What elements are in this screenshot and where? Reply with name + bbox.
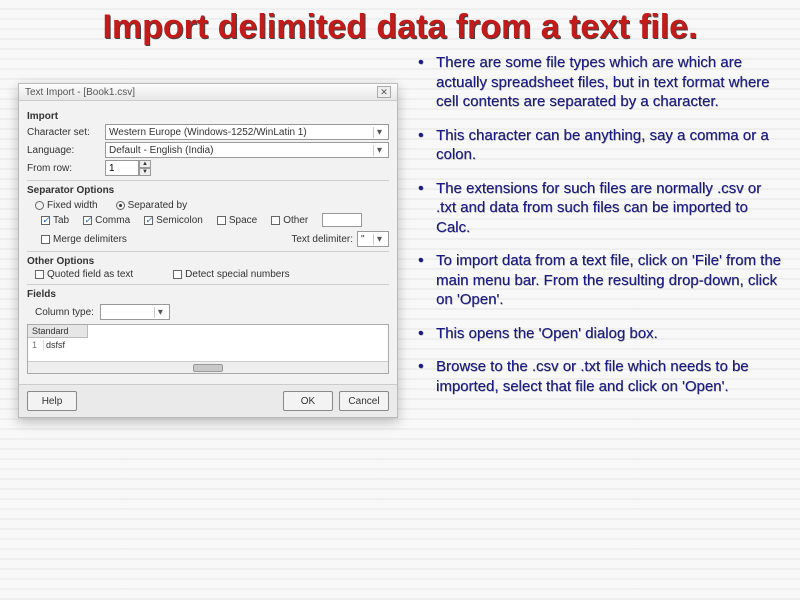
bullet-item: To import data from a text file, click o… [418, 251, 782, 310]
bullet-item: The extensions for such files are normal… [418, 179, 782, 238]
section-other-options: Other Options [27, 256, 389, 267]
fixed-width-radio[interactable]: Fixed width [35, 200, 98, 211]
language-select[interactable]: Default - English (India) ▾ [105, 142, 389, 158]
text-delimiter-value: " [361, 234, 365, 245]
other-checkbox[interactable]: Other [271, 213, 308, 227]
preview-row: 1dsfsf [28, 339, 69, 351]
semicolon-checkbox[interactable]: Semicolon [144, 213, 203, 227]
fromrow-input[interactable] [105, 160, 139, 176]
preview-column-header: Standard [28, 325, 88, 338]
chevron-down-icon: ▾ [373, 145, 385, 156]
charset-select[interactable]: Western Europe (Windows-1252/WinLatin 1)… [105, 124, 389, 140]
charset-label: Character set: [27, 127, 99, 138]
close-icon[interactable]: ✕ [377, 86, 391, 98]
bullet-item: This opens the 'Open' dialog box. [418, 324, 782, 344]
fromrow-spinner[interactable]: ▲ ▼ [105, 160, 151, 176]
horizontal-scrollbar[interactable] [28, 361, 388, 373]
section-separator: Separator Options [27, 185, 389, 196]
column-type-select[interactable]: ▾ [100, 304, 170, 320]
bullet-item: Browse to the .csv or .txt file which ne… [418, 357, 782, 396]
tab-label: Tab [53, 215, 69, 226]
separated-by-radio[interactable]: Separated by [116, 200, 188, 211]
text-delimiter-label: Text delimiter: [291, 234, 353, 245]
comma-checkbox[interactable]: Comma [83, 213, 130, 227]
tab-checkbox[interactable]: Tab [41, 213, 69, 227]
detect-label: Detect special numbers [185, 269, 290, 280]
chevron-down-icon: ▾ [154, 307, 166, 318]
language-value: Default - English (India) [109, 145, 214, 156]
dialog-title: Text Import - [Book1.csv] [25, 87, 135, 98]
space-checkbox[interactable]: Space [217, 213, 257, 227]
space-label: Space [229, 215, 257, 226]
section-fields: Fields [27, 289, 389, 300]
comma-label: Comma [95, 215, 130, 226]
spinner-down-icon[interactable]: ▼ [139, 168, 151, 176]
semicolon-label: Semicolon [156, 215, 203, 226]
charset-value: Western Europe (Windows-1252/WinLatin 1) [109, 127, 307, 138]
text-import-dialog: Text Import - [Book1.csv] ✕ Import Chara… [18, 83, 398, 418]
text-delimiter-select[interactable]: " ▾ [357, 231, 389, 247]
merge-label: Merge delimiters [53, 234, 127, 245]
quoted-field-checkbox[interactable]: Quoted field as text [35, 269, 133, 280]
chevron-down-icon: ▾ [373, 234, 385, 245]
separated-by-label: Separated by [128, 200, 188, 211]
help-button[interactable]: Help [27, 391, 77, 411]
other-char-input[interactable] [322, 213, 362, 227]
column-type-label: Column type: [35, 307, 94, 318]
bullet-item: There are some file types which are whic… [418, 53, 782, 112]
bullet-list: There are some file types which are whic… [418, 53, 782, 396]
other-label: Other [283, 215, 308, 226]
ok-button[interactable]: OK [283, 391, 333, 411]
chevron-down-icon: ▾ [373, 127, 385, 138]
section-import: Import [27, 111, 389, 122]
language-label: Language: [27, 145, 99, 156]
scrollbar-thumb[interactable] [193, 364, 223, 372]
spinner-up-icon[interactable]: ▲ [139, 160, 151, 168]
preview-grid[interactable]: Standard 1dsfsf [27, 324, 389, 374]
slide-title: Import delimited data from a text file. [18, 8, 782, 47]
merge-delimiters-checkbox[interactable]: Merge delimiters [41, 234, 127, 245]
fromrow-label: From row: [27, 163, 99, 174]
detect-numbers-checkbox[interactable]: Detect special numbers [173, 269, 290, 280]
cancel-button[interactable]: Cancel [339, 391, 389, 411]
fixed-width-label: Fixed width [47, 200, 98, 211]
bullet-item: This character can be anything, say a co… [418, 126, 782, 165]
quoted-label: Quoted field as text [47, 269, 133, 280]
